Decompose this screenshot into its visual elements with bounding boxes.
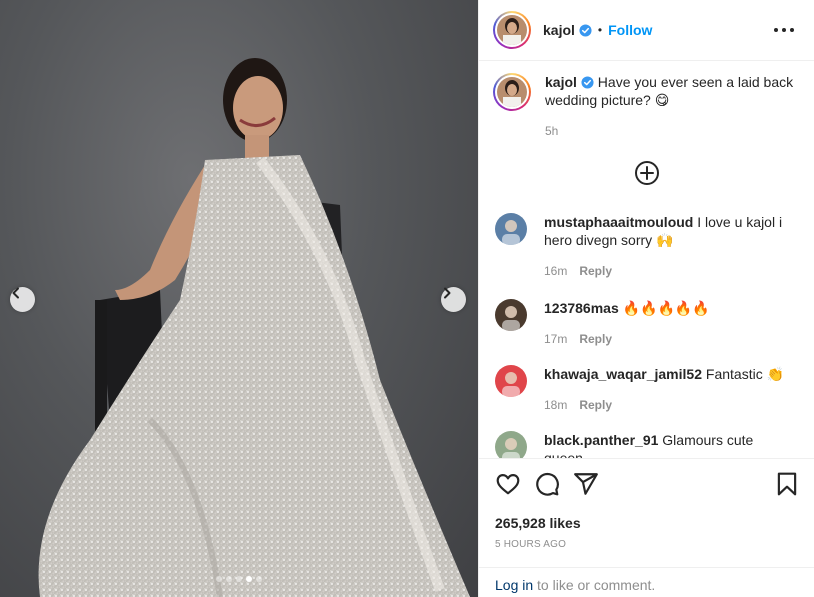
commenter-username[interactable]: 123786mas bbox=[544, 300, 619, 316]
comment-item: mustaphaaaitmouloud I love u kajol i her… bbox=[495, 213, 800, 280]
reply-button[interactable]: Reply bbox=[579, 396, 612, 414]
commenter-avatar[interactable] bbox=[495, 213, 527, 245]
comment-age[interactable]: 17m bbox=[544, 330, 567, 348]
carousel-dot bbox=[226, 576, 232, 582]
comment-item: black.panther_91 Glamours cute queen bbox=[495, 431, 800, 458]
carousel-next-button[interactable] bbox=[441, 287, 466, 312]
comment-age[interactable]: 16m bbox=[544, 262, 567, 280]
header-meta: kajol • Follow bbox=[543, 22, 652, 38]
verified-badge-icon bbox=[581, 76, 594, 89]
comment-text: 🔥🔥🔥🔥🔥 bbox=[622, 300, 710, 316]
login-link[interactable]: Log in bbox=[495, 577, 533, 593]
carousel-prev-button[interactable] bbox=[10, 287, 35, 312]
bookmark-icon[interactable] bbox=[774, 471, 800, 497]
commenter-username[interactable]: black.panther_91 bbox=[544, 432, 658, 448]
carousel-indicator bbox=[0, 576, 478, 582]
reply-button[interactable]: Reply bbox=[579, 330, 612, 348]
post-caption: kajol Have you ever seen a laid back wed… bbox=[493, 73, 803, 140]
heart-icon[interactable] bbox=[495, 471, 521, 497]
commenter-username[interactable]: khawaja_waqar_jamil52 bbox=[544, 366, 702, 382]
reply-button[interactable]: Reply bbox=[579, 262, 612, 280]
caption-meta: 5h bbox=[545, 122, 795, 140]
comments-section[interactable]: kajol Have you ever seen a laid back wed… bbox=[479, 61, 814, 458]
caption-author-avatar[interactable] bbox=[493, 73, 531, 111]
comment-age[interactable]: 18m bbox=[544, 396, 567, 414]
follow-button[interactable]: Follow bbox=[608, 22, 652, 38]
carousel-dot bbox=[246, 576, 252, 582]
post-timestamp[interactable]: 5 HOURS AGO bbox=[495, 539, 566, 550]
chevron-right-icon bbox=[444, 287, 451, 299]
caption-username[interactable]: kajol bbox=[545, 74, 577, 90]
comment-body: 123786mas 🔥🔥🔥🔥🔥 17m Reply bbox=[544, 299, 784, 348]
share-icon[interactable] bbox=[573, 471, 599, 497]
login-prompt: Log in to like or comment. bbox=[479, 567, 814, 593]
commenter-avatar[interactable] bbox=[495, 299, 527, 331]
commenter-username[interactable]: mustaphaaaitmouloud bbox=[544, 214, 693, 230]
likes-count[interactable]: 265,928 likes bbox=[495, 515, 581, 531]
comment-body: black.panther_91 Glamours cute queen bbox=[544, 431, 784, 458]
post-photo bbox=[38, 58, 470, 597]
avatar-photo bbox=[495, 431, 527, 458]
add-circle-icon[interactable] bbox=[634, 160, 660, 186]
caption-avatar-image bbox=[497, 77, 527, 107]
avatar-border bbox=[495, 13, 529, 47]
commenter-avatar[interactable] bbox=[495, 431, 527, 458]
caption-age[interactable]: 5h bbox=[545, 122, 558, 140]
verified-badge-icon bbox=[579, 23, 592, 37]
author-avatar-image bbox=[497, 15, 527, 45]
post-header: kajol • Follow bbox=[479, 0, 814, 61]
chevron-left-icon bbox=[12, 287, 19, 299]
more-options-button[interactable] bbox=[774, 22, 794, 38]
comment-body: mustaphaaaitmouloud I love u kajol i her… bbox=[544, 213, 784, 280]
avatar-border bbox=[495, 75, 529, 109]
header-separator: • bbox=[597, 23, 603, 37]
commenter-avatar[interactable] bbox=[495, 365, 527, 397]
comment-meta: 18m Reply bbox=[544, 396, 784, 414]
comment-meta: 16m Reply bbox=[544, 262, 784, 280]
login-prompt-text: to like or comment. bbox=[533, 577, 656, 593]
instagram-post-view: kajol • Follow kajol Have you ever seen … bbox=[0, 0, 814, 597]
carousel-dot bbox=[216, 576, 222, 582]
avatar-photo bbox=[495, 213, 527, 245]
more-dot bbox=[790, 28, 794, 32]
post-media[interactable] bbox=[0, 0, 478, 597]
comment-body: khawaja_waqar_jamil52 Fantastic 👏 18m Repl… bbox=[544, 365, 784, 414]
avatar-photo bbox=[497, 77, 527, 107]
comment-item: khawaja_waqar_jamil52 Fantastic 👏 18m Repl… bbox=[495, 365, 800, 414]
post-actions: 265,928 likes 5 HOURS AGO Log in to like… bbox=[479, 458, 814, 597]
avatar-photo bbox=[495, 299, 527, 331]
author-avatar[interactable] bbox=[493, 11, 531, 49]
comment-meta: 17m Reply bbox=[544, 330, 784, 348]
more-dot bbox=[782, 28, 786, 32]
comment-icon[interactable] bbox=[534, 471, 560, 497]
avatar-photo bbox=[495, 365, 527, 397]
avatar-photo bbox=[497, 15, 527, 45]
carousel-dot bbox=[256, 576, 262, 582]
comment-text: Fantastic 👏 bbox=[705, 366, 785, 382]
more-options-icon bbox=[774, 28, 778, 32]
carousel-dot bbox=[236, 576, 242, 582]
author-username[interactable]: kajol bbox=[543, 22, 575, 38]
caption-body: kajol Have you ever seen a laid back wed… bbox=[545, 73, 795, 140]
comment-item: 123786mas 🔥🔥🔥🔥🔥 17m Reply bbox=[495, 299, 800, 348]
post-side-panel: kajol • Follow kajol Have you ever seen … bbox=[478, 0, 814, 597]
